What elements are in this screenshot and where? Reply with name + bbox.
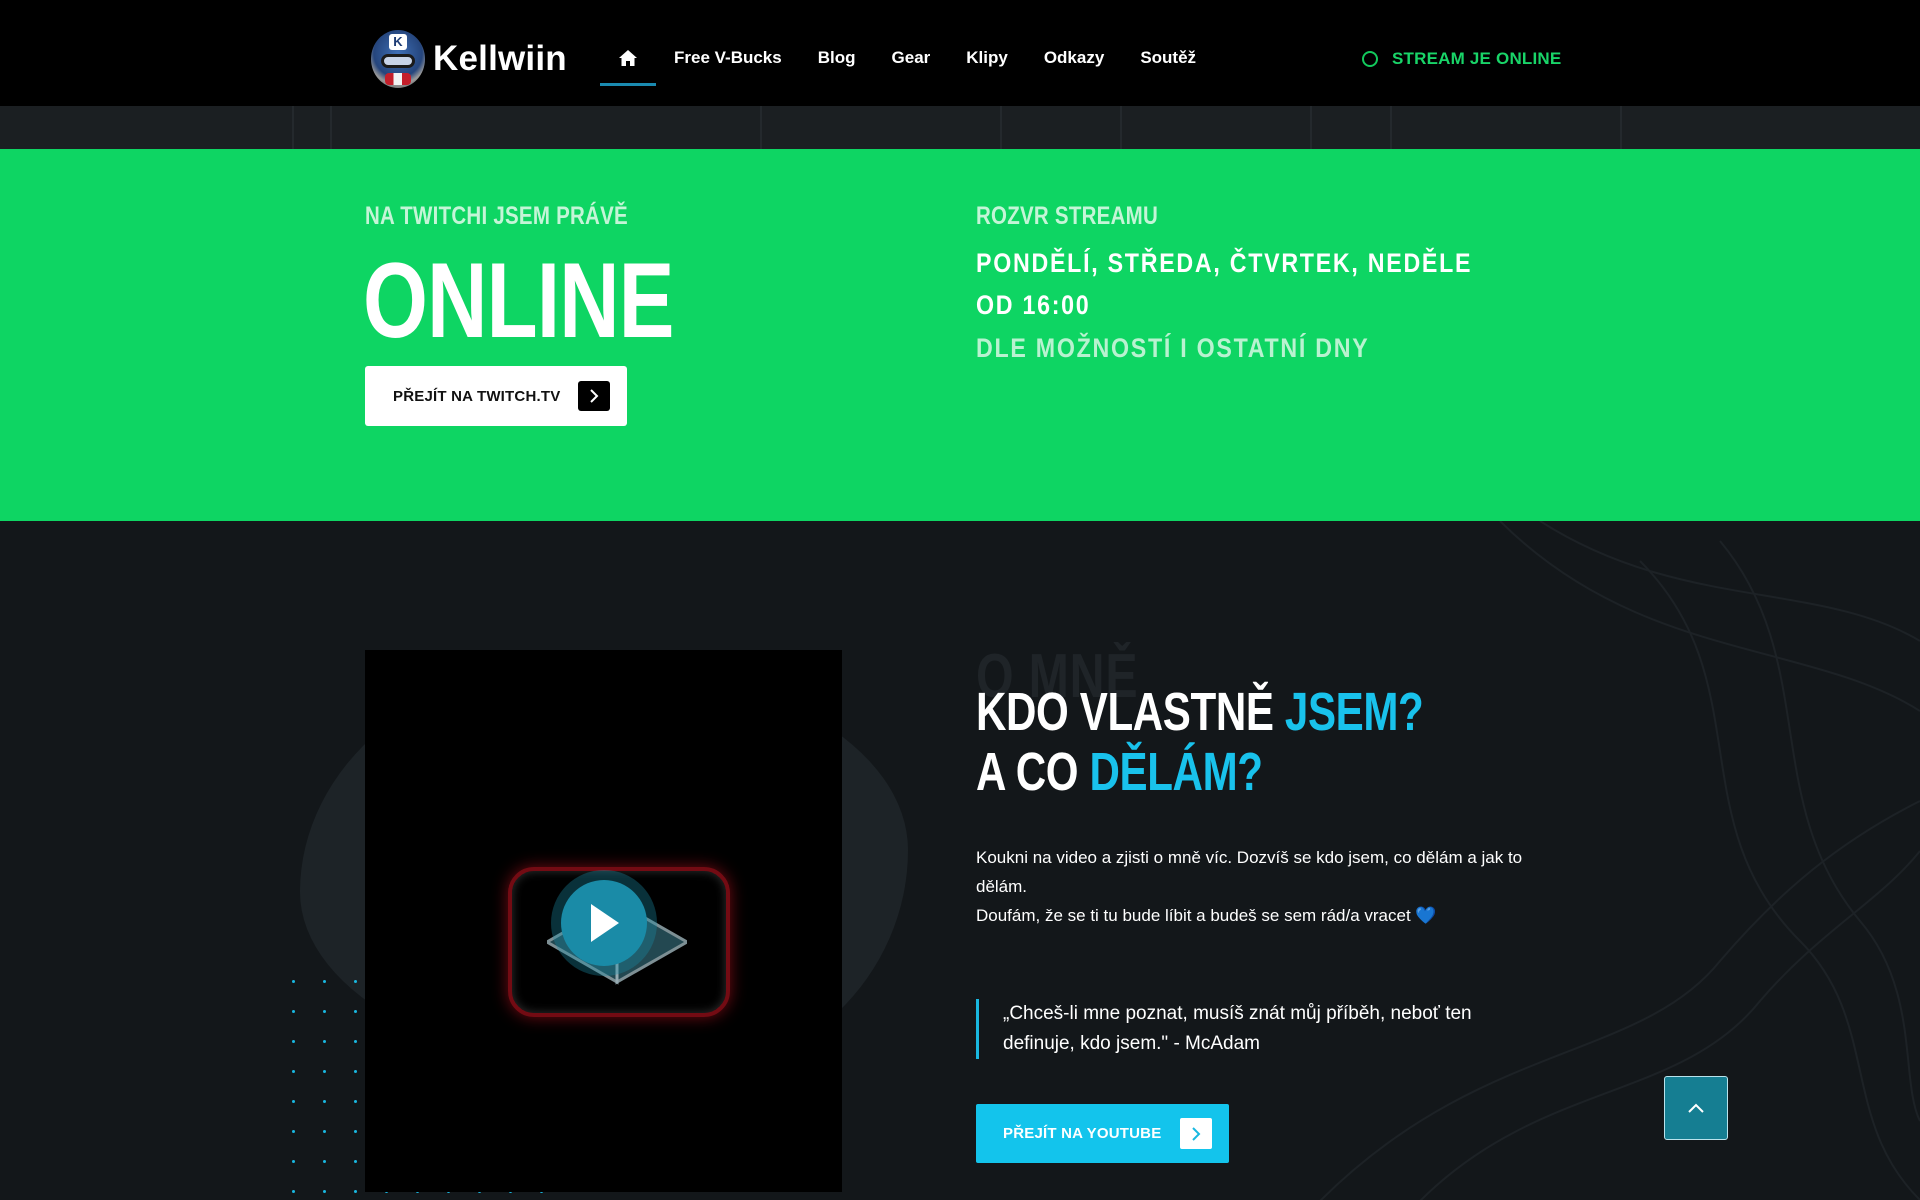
schedule-days: PONDĚLÍ, STŘEDA, ČTVRTEK, NEDĚLE bbox=[976, 248, 1473, 278]
twitch-button[interactable]: PŘEJÍT NA TWITCH.TV bbox=[365, 366, 627, 426]
main-nav: Free V-Bucks Blog Gear Klipy Odkazy Sout… bbox=[600, 30, 1214, 86]
heading-line2-blue: DĚLÁM? bbox=[1089, 742, 1263, 802]
quote-block: „Chceš-li mne poznat, musíš znát můj pří… bbox=[976, 999, 1536, 1059]
site-header: K Kellwiin Free V-Bucks Blog Gear Klipy … bbox=[0, 0, 1920, 106]
heading-line1-white: KDO VLASTNĚ bbox=[976, 682, 1285, 742]
paragraph-line1: Koukni na video a zjisti o mně víc. Dozv… bbox=[976, 848, 1523, 896]
schedule-time: OD 16:00 bbox=[976, 290, 1091, 320]
about-section: O MNĚ KDO VLASTNĚ JSEM? A CO DĚLÁM? Kouk… bbox=[0, 521, 1920, 1200]
stream-status[interactable]: STREAM JE ONLINE bbox=[1362, 49, 1561, 69]
logo-text: Kellwiin bbox=[433, 39, 567, 78]
banner-kicker: NA TWITCHI JSEM PRÁVĚ bbox=[365, 202, 628, 230]
chevron-up-icon bbox=[1688, 1103, 1704, 1113]
chevron-right-icon bbox=[578, 381, 610, 411]
online-status-title: ONLINE bbox=[363, 240, 674, 360]
schedule-kicker: ROZVR STREAMU bbox=[976, 202, 1159, 230]
nav-home[interactable] bbox=[600, 30, 656, 86]
status-dot-icon bbox=[1362, 51, 1378, 67]
site-logo[interactable]: K Kellwiin bbox=[371, 30, 567, 88]
play-button-icon[interactable] bbox=[561, 880, 647, 966]
chevron-right-icon bbox=[1180, 1118, 1212, 1149]
nav-blog[interactable]: Blog bbox=[800, 30, 874, 86]
scroll-to-top-button[interactable] bbox=[1664, 1076, 1728, 1140]
intro-video[interactable] bbox=[365, 650, 842, 1192]
paragraph-line2: Doufám, že se ti tu bude líbit a budeš s… bbox=[976, 906, 1437, 925]
schedule-note: DLE MOŽNOSTÍ I OSTATNÍ DNY bbox=[976, 333, 1370, 363]
decorative-strip bbox=[0, 106, 1920, 149]
about-heading: KDO VLASTNĚ JSEM? A CO DĚLÁM? bbox=[976, 682, 1424, 802]
nav-gear[interactable]: Gear bbox=[874, 30, 949, 86]
home-icon bbox=[618, 49, 638, 67]
live-banner: NA TWITCHI JSEM PRÁVĚ ONLINE PŘEJÍT NA T… bbox=[0, 149, 1920, 521]
logo-shield bbox=[385, 73, 411, 85]
twitch-button-label: PŘEJÍT NA TWITCH.TV bbox=[393, 387, 561, 405]
logo-k-badge: K bbox=[389, 34, 407, 50]
heading-line2-white: A CO bbox=[976, 742, 1090, 802]
heading-line1-blue: JSEM? bbox=[1284, 682, 1424, 742]
nav-free-vbucks[interactable]: Free V-Bucks bbox=[656, 30, 800, 86]
logo-mask bbox=[381, 54, 415, 68]
nav-soutez[interactable]: Soutěž bbox=[1122, 30, 1214, 86]
logo-avatar: K bbox=[371, 30, 425, 88]
about-paragraph: Koukni na video a zjisti o mně víc. Dozv… bbox=[976, 843, 1556, 930]
youtube-button[interactable]: PŘEJÍT NA YOUTUBE bbox=[976, 1104, 1229, 1163]
nav-odkazy[interactable]: Odkazy bbox=[1026, 30, 1122, 86]
stream-status-text: STREAM JE ONLINE bbox=[1392, 49, 1562, 68]
nav-klipy[interactable]: Klipy bbox=[948, 30, 1026, 86]
youtube-button-label: PŘEJÍT NA YOUTUBE bbox=[1003, 1125, 1162, 1142]
